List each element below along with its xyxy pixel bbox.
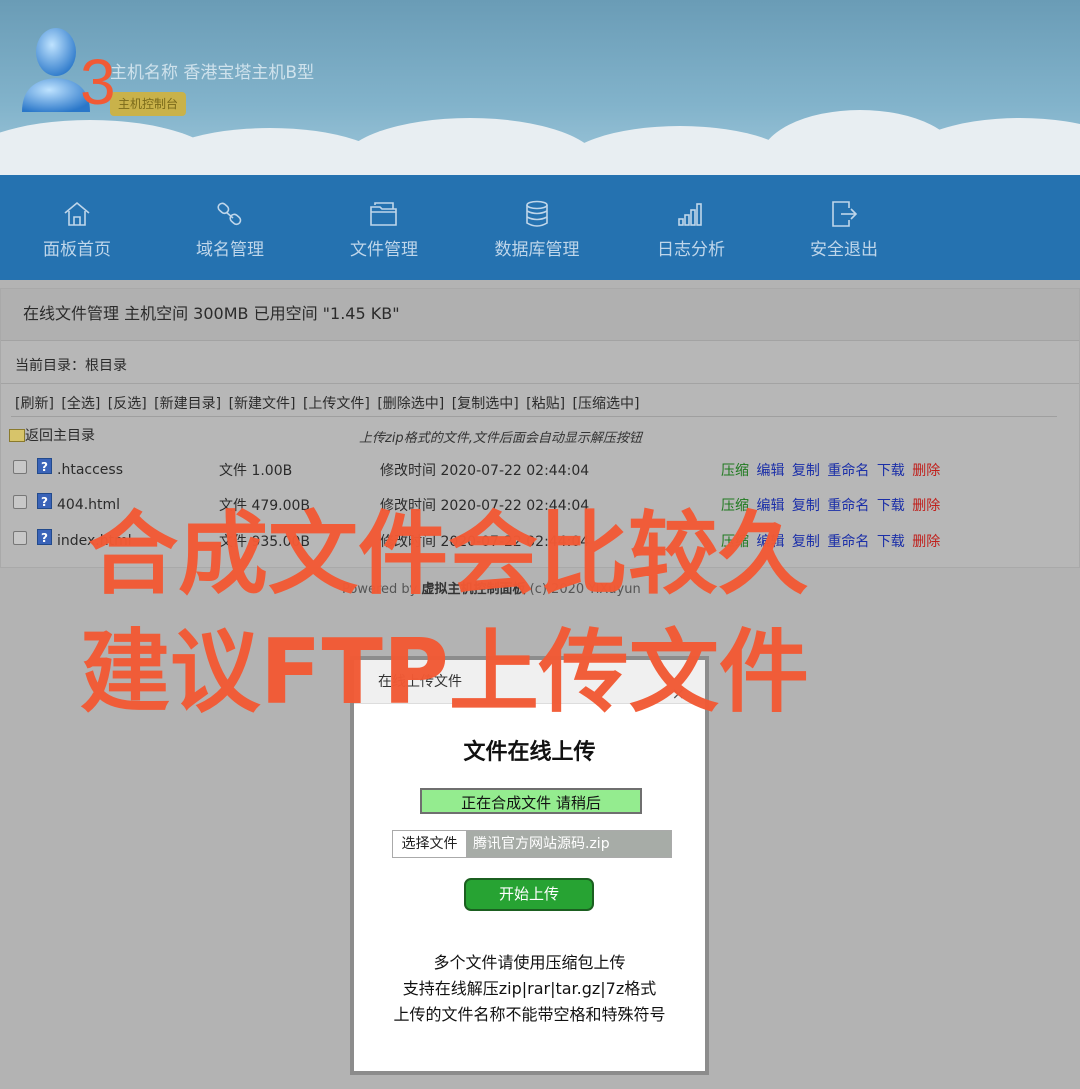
- unknown-file-icon: ?: [37, 529, 52, 545]
- nav-item-domains[interactable]: 域名管理: [153, 175, 307, 280]
- delete-link[interactable]: 删除: [912, 534, 940, 550]
- back-label: 返回主目录: [25, 428, 95, 444]
- toolbar-delete-selected[interactable]: [删除选中]: [377, 396, 444, 412]
- download-link[interactable]: 下载: [877, 498, 905, 514]
- rename-link[interactable]: 重命名: [827, 498, 869, 514]
- file-size: 文件 1.00B: [219, 463, 293, 479]
- main-nav: 面板首页 域名管理 文件管理 数据库管理 日志分析 安全退出: [0, 175, 1080, 280]
- file-picker[interactable]: 选择文件 腾讯官方网站源码.zip: [392, 830, 672, 858]
- file-checkbox[interactable]: [13, 460, 27, 474]
- nav-item-database[interactable]: 数据库管理: [460, 175, 614, 280]
- folder-icon: [370, 202, 397, 226]
- file-actions: 压缩 编辑 复制 重命名 下载 删除: [721, 460, 943, 480]
- start-upload-button[interactable]: 开始上传: [464, 878, 594, 911]
- toolbar-select-all[interactable]: [全选]: [61, 396, 100, 412]
- toolbar-upload-file[interactable]: [上传文件]: [303, 396, 370, 412]
- annotation-line-1: 合成文件会比较久: [88, 502, 808, 607]
- dialog-title: 文件在线上传: [463, 740, 596, 765]
- annotation-line-2: 建议FTP上传文件: [80, 620, 809, 725]
- divider: [11, 416, 1057, 417]
- rename-link[interactable]: 重命名: [827, 534, 869, 550]
- nav-item-home[interactable]: 面板首页: [0, 175, 154, 280]
- unknown-file-icon: ?: [37, 493, 52, 509]
- file-toolbar: [刷新] [全选] [反选] [新建目录] [新建文件] [上传文件] [删除选…: [15, 393, 642, 413]
- divider: [1, 383, 1079, 384]
- nav-label: 安全退出: [810, 240, 878, 260]
- file-checkbox[interactable]: [13, 495, 27, 509]
- compress-link[interactable]: 压缩: [721, 463, 749, 479]
- nav-label: 文件管理: [350, 240, 418, 260]
- toolbar-new-file[interactable]: [新建文件]: [229, 396, 296, 412]
- host-name-label: 主机名称 香港宝塔主机B型: [110, 63, 315, 83]
- nav-label: 域名管理: [196, 240, 264, 260]
- upload-note: 上传的文件名称不能带空格和特殊符号: [393, 1005, 666, 1024]
- file-row: ? .htaccess 文件 1.00B 修改时间 2020-07-22 02:…: [1, 458, 1079, 496]
- folder-up-icon: [9, 429, 25, 442]
- bar-chart-icon: [678, 203, 702, 226]
- copy-link[interactable]: 复制: [792, 463, 820, 479]
- current-directory: 当前目录：根目录: [15, 358, 127, 374]
- upload-notes: 多个文件请使用压缩包上传 支持在线解压zip|rar|tar.gz|7z格式 上…: [354, 950, 705, 1028]
- toolbar-invert-select[interactable]: [反选]: [108, 396, 147, 412]
- annotation-step-number: 3: [80, 46, 116, 118]
- toolbar-refresh[interactable]: [刷新]: [15, 396, 54, 412]
- nav-item-logout[interactable]: 安全退出: [767, 175, 921, 280]
- console-badge[interactable]: 主机控制台: [110, 92, 187, 116]
- delete-link[interactable]: 删除: [912, 463, 940, 479]
- nav-item-logs[interactable]: 日志分析: [614, 175, 768, 280]
- nav-label: 数据库管理: [494, 240, 580, 260]
- file-modified: 修改时间 2020-07-22 02:44:04: [380, 463, 590, 479]
- edit-link[interactable]: 编辑: [756, 463, 784, 479]
- file-checkbox[interactable]: [13, 531, 27, 545]
- nav-label: 面板首页: [43, 240, 111, 260]
- upload-note: 支持在线解压zip|rar|tar.gz|7z格式: [402, 979, 657, 998]
- nav-label: 日志分析: [657, 240, 725, 260]
- upload-note: 多个文件请使用压缩包上传: [433, 953, 626, 972]
- header-banner: 主机名称 香港宝塔主机B型 主机控制台 3: [0, 0, 1080, 175]
- download-link[interactable]: 下载: [877, 534, 905, 550]
- nav-item-files[interactable]: 文件管理: [307, 175, 461, 280]
- zip-hint: 上传zip格式的文件,文件后面会自动显示解压按钮: [359, 431, 642, 446]
- chosen-file-name: 腾讯官方网站源码.zip: [473, 836, 610, 852]
- delete-link[interactable]: 删除: [912, 498, 940, 514]
- database-icon: [526, 200, 548, 227]
- panel-title: 在线文件管理 主机空间 300MB 已用空间 "1.45 KB": [1, 289, 1079, 341]
- file-name[interactable]: .htaccess: [57, 462, 123, 478]
- logout-icon: [832, 201, 858, 227]
- toolbar-copy-selected[interactable]: [复制选中]: [452, 396, 519, 412]
- link-icon: [217, 202, 242, 226]
- unknown-file-icon: ?: [37, 458, 52, 474]
- toolbar-compress-selected[interactable]: [压缩选中]: [573, 396, 640, 412]
- toolbar-new-folder[interactable]: [新建目录]: [154, 396, 221, 412]
- merge-status-bar: 正在合成文件 请稍后: [420, 788, 642, 814]
- rename-link[interactable]: 重命名: [827, 463, 869, 479]
- home-icon: [64, 201, 90, 226]
- download-link[interactable]: 下载: [877, 463, 905, 479]
- back-to-root-link[interactable]: 返回主目录: [9, 425, 95, 445]
- toolbar-paste[interactable]: [粘贴]: [526, 396, 565, 412]
- choose-file-button[interactable]: 选择文件: [393, 831, 467, 857]
